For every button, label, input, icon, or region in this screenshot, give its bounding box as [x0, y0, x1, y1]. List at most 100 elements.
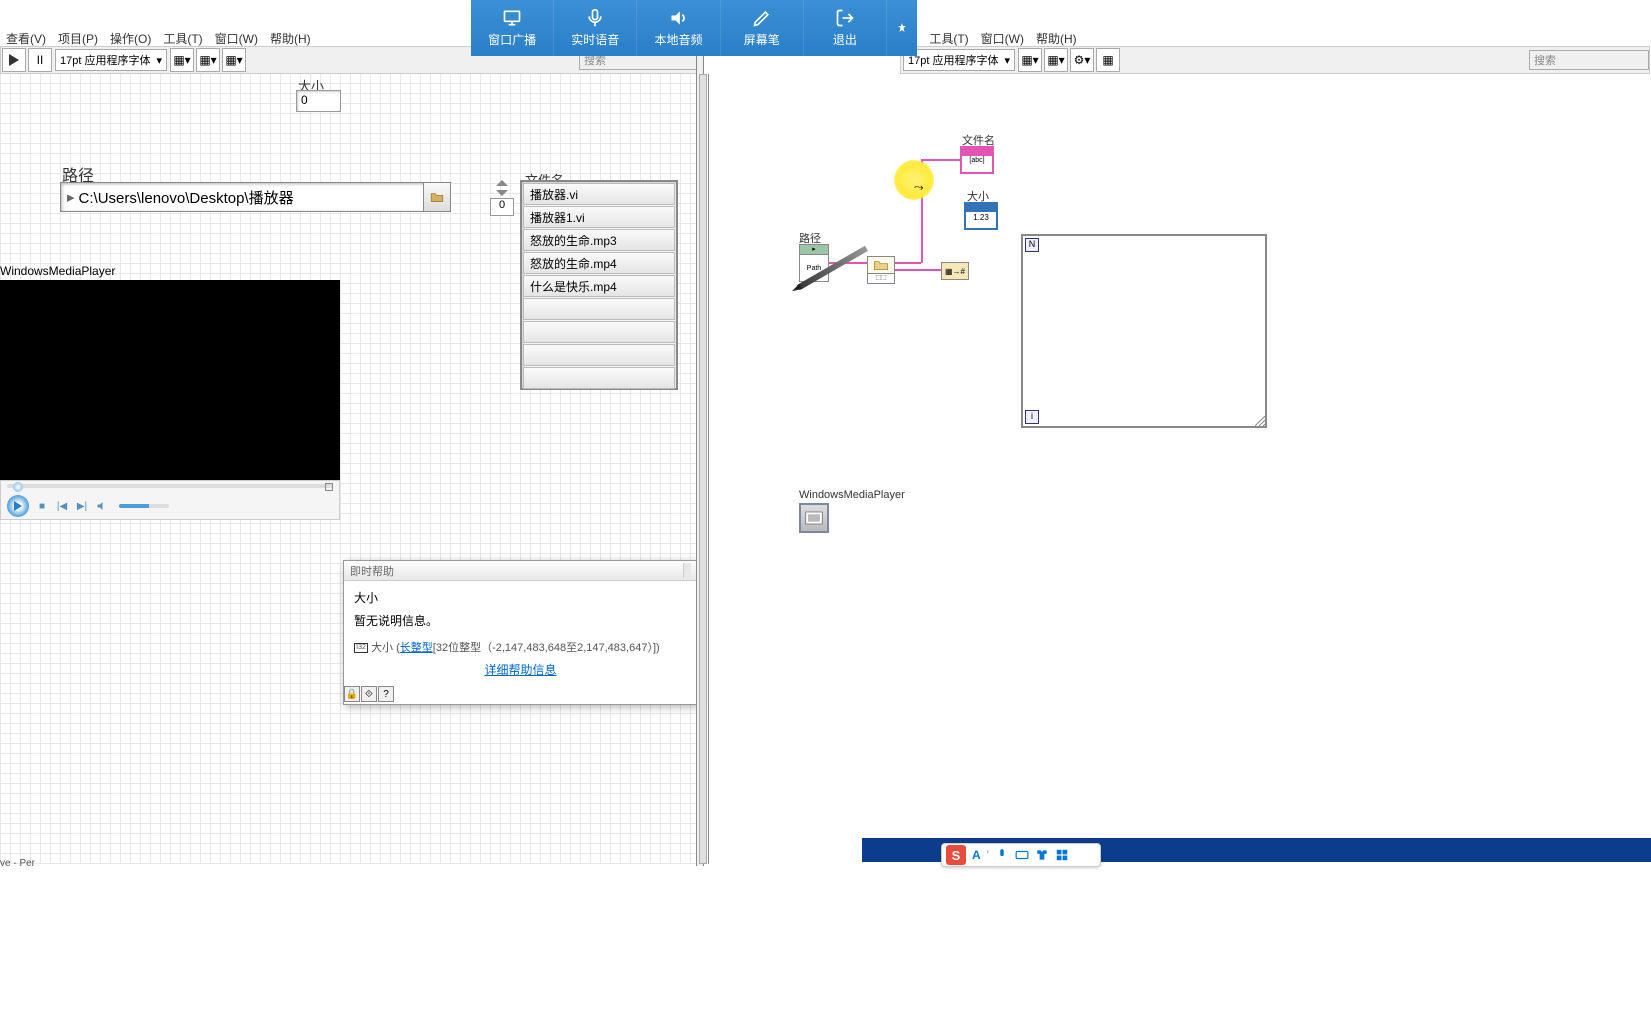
- size-value: 0: [301, 93, 308, 107]
- bd-scrollbar[interactable]: [699, 74, 707, 864]
- wmp-stop-button[interactable]: ■: [35, 499, 49, 513]
- browse-button[interactable]: [423, 182, 451, 212]
- pause-button[interactable]: II: [28, 48, 52, 72]
- list-item[interactable]: 播放器1.vi: [523, 206, 675, 228]
- path-value: C:\Users\lenovo\Desktop\播放器: [79, 187, 294, 208]
- list-item-empty[interactable]: [523, 367, 675, 389]
- menu-tools[interactable]: 工具(T): [923, 30, 974, 47]
- ime-keyboard-icon[interactable]: [1015, 848, 1029, 862]
- index-spinner-icon: [496, 180, 508, 196]
- align-dropdown[interactable]: ▦▾: [1018, 48, 1042, 72]
- size-terminal-display: 1.23: [966, 212, 996, 223]
- list-item-empty[interactable]: [523, 298, 675, 320]
- for-loop[interactable]: N i: [1021, 234, 1267, 428]
- broadcast-screen-pen[interactable]: 屏幕笔: [721, 0, 804, 56]
- list-item-empty[interactable]: [523, 321, 675, 343]
- play-icon: [14, 501, 22, 511]
- broadcast-exit[interactable]: 退出: [804, 0, 887, 56]
- wmp-screen[interactable]: [0, 280, 340, 480]
- wmp-terminal[interactable]: [799, 503, 829, 533]
- path-constant-node[interactable]: ▸ Path: [799, 244, 829, 282]
- help-window-title[interactable]: 即时帮助: [344, 561, 697, 581]
- path-const-body: Path: [800, 255, 828, 281]
- ime-mic-icon[interactable]: [995, 848, 1009, 862]
- menu-help[interactable]: 帮助(H): [264, 30, 317, 47]
- broadcast-label: 本地音频: [655, 31, 703, 48]
- help-simple-button[interactable]: ⟐: [361, 686, 377, 702]
- menu-view[interactable]: 查看(V): [0, 30, 52, 47]
- menu-project[interactable]: 项目(P): [52, 30, 104, 47]
- wire[interactable]: [921, 159, 961, 161]
- for-loop-i-terminal[interactable]: i: [1025, 410, 1039, 424]
- wmp-fullscreen-icon[interactable]: [325, 483, 333, 491]
- progress-thumb-icon[interactable]: [13, 482, 23, 492]
- size-terminal[interactable]: 1.23: [964, 202, 998, 230]
- broadcast-window[interactable]: 窗口广播: [471, 0, 554, 56]
- help-body: 大小 暂无说明信息。 I32 大小 (长整型[32位整型（-2,147,483,…: [344, 581, 697, 686]
- font-dropdown-bd[interactable]: 17pt 应用程序字体▾: [903, 49, 1015, 71]
- ime-lang[interactable]: A: [972, 848, 981, 862]
- broadcast-pin[interactable]: [887, 0, 917, 56]
- detail-help-link[interactable]: 详细帮助信息: [354, 661, 687, 678]
- distribute-dropdown[interactable]: ▦▾: [196, 48, 220, 72]
- block-diagram: 路径 ▸ Path ⬚⬚ 文件名 [abc] ⤳ 大小 1.23 ▦→# N i: [708, 74, 1648, 864]
- menu-window[interactable]: 窗口(W): [209, 30, 264, 47]
- help-footer: 🔒 ⟐ ?: [344, 686, 395, 704]
- font-dropdown-label: 17pt 应用程序字体: [60, 52, 150, 68]
- list-item-empty[interactable]: [523, 344, 675, 366]
- menu-operate[interactable]: 操作(O): [104, 30, 157, 47]
- run-button[interactable]: [2, 48, 26, 72]
- ime-logo[interactable]: S: [946, 845, 966, 865]
- help-type-link[interactable]: 长整型: [400, 642, 433, 654]
- resize-dropdown[interactable]: ▦▾: [222, 48, 246, 72]
- menu-window[interactable]: 窗口(W): [975, 30, 1030, 47]
- list-folder-node[interactable]: ⬚⬚: [867, 256, 895, 284]
- wmp-play-button[interactable]: [7, 495, 29, 517]
- wire[interactable]: [895, 262, 921, 264]
- wmp-volume-button[interactable]: [95, 499, 109, 513]
- resize-handle-icon[interactable]: [1255, 416, 1265, 426]
- cleanup-dropdown[interactable]: ⚙▾: [1070, 48, 1094, 72]
- help-scrollbar[interactable]: [683, 563, 691, 578]
- wire[interactable]: [829, 262, 867, 264]
- pen-icon: [752, 8, 772, 28]
- folder-open-icon: [873, 259, 889, 271]
- list-item[interactable]: 怒放的生命.mp4: [523, 252, 675, 274]
- folder-icon: [430, 191, 444, 203]
- search-input-bd[interactable]: 搜索: [1529, 50, 1649, 70]
- wmp-progress-bar[interactable]: [1, 481, 339, 493]
- index-value[interactable]: 0: [490, 198, 514, 216]
- ime-toolbox-icon[interactable]: [1055, 848, 1069, 862]
- wmp-prev-button[interactable]: |◀: [55, 499, 69, 513]
- pin-icon: [896, 22, 908, 34]
- ime-toolbar[interactable]: S A ': [941, 843, 1101, 867]
- path-control[interactable]: ▸C:\Users\lenovo\Desktop\播放器: [60, 182, 450, 212]
- list-item[interactable]: 什么是快乐.mp4: [523, 275, 675, 297]
- menu-bar-left: 查看(V) 项目(P) 操作(O) 工具(T) 窗口(W) 帮助(H): [0, 28, 317, 48]
- array-index-control[interactable]: 0: [488, 180, 516, 216]
- wmp-next-button[interactable]: ▶|: [75, 499, 89, 513]
- exit-icon: [835, 8, 855, 28]
- volume-icon: [96, 500, 108, 512]
- distribute-dropdown[interactable]: ▦▾: [1044, 48, 1068, 72]
- wmp-volume-slider[interactable]: [119, 504, 169, 508]
- align-dropdown[interactable]: ▦▾: [170, 48, 194, 72]
- filename-terminal[interactable]: [abc]: [960, 146, 994, 174]
- menu-help[interactable]: 帮助(H): [1030, 30, 1083, 47]
- wmp-node[interactable]: WindowsMediaPlayer: [799, 489, 905, 533]
- reorder-button[interactable]: ▦: [1096, 48, 1120, 72]
- wmp-label: WindowsMediaPlayer: [0, 264, 340, 278]
- for-loop-n-terminal[interactable]: N: [1025, 238, 1039, 252]
- wire[interactable]: [895, 269, 943, 271]
- broadcast-local-audio[interactable]: 本地音频: [637, 0, 720, 56]
- filename-array[interactable]: 播放器.vi 播放器1.vi 怒放的生命.mp3 怒放的生命.mp4 什么是快乐…: [520, 180, 678, 390]
- list-item[interactable]: 播放器.vi: [523, 183, 675, 205]
- broadcast-realtime-voice[interactable]: 实时语音: [554, 0, 637, 56]
- ime-skin-icon[interactable]: [1035, 848, 1049, 862]
- list-item[interactable]: 怒放的生命.mp3: [523, 229, 675, 251]
- menu-tools[interactable]: 工具(T): [157, 30, 208, 47]
- help-question-button[interactable]: ?: [378, 686, 394, 702]
- array-size-node[interactable]: ▦→#: [941, 262, 969, 280]
- help-lock-button[interactable]: 🔒: [344, 686, 360, 702]
- font-dropdown[interactable]: 17pt 应用程序字体▾: [55, 49, 167, 71]
